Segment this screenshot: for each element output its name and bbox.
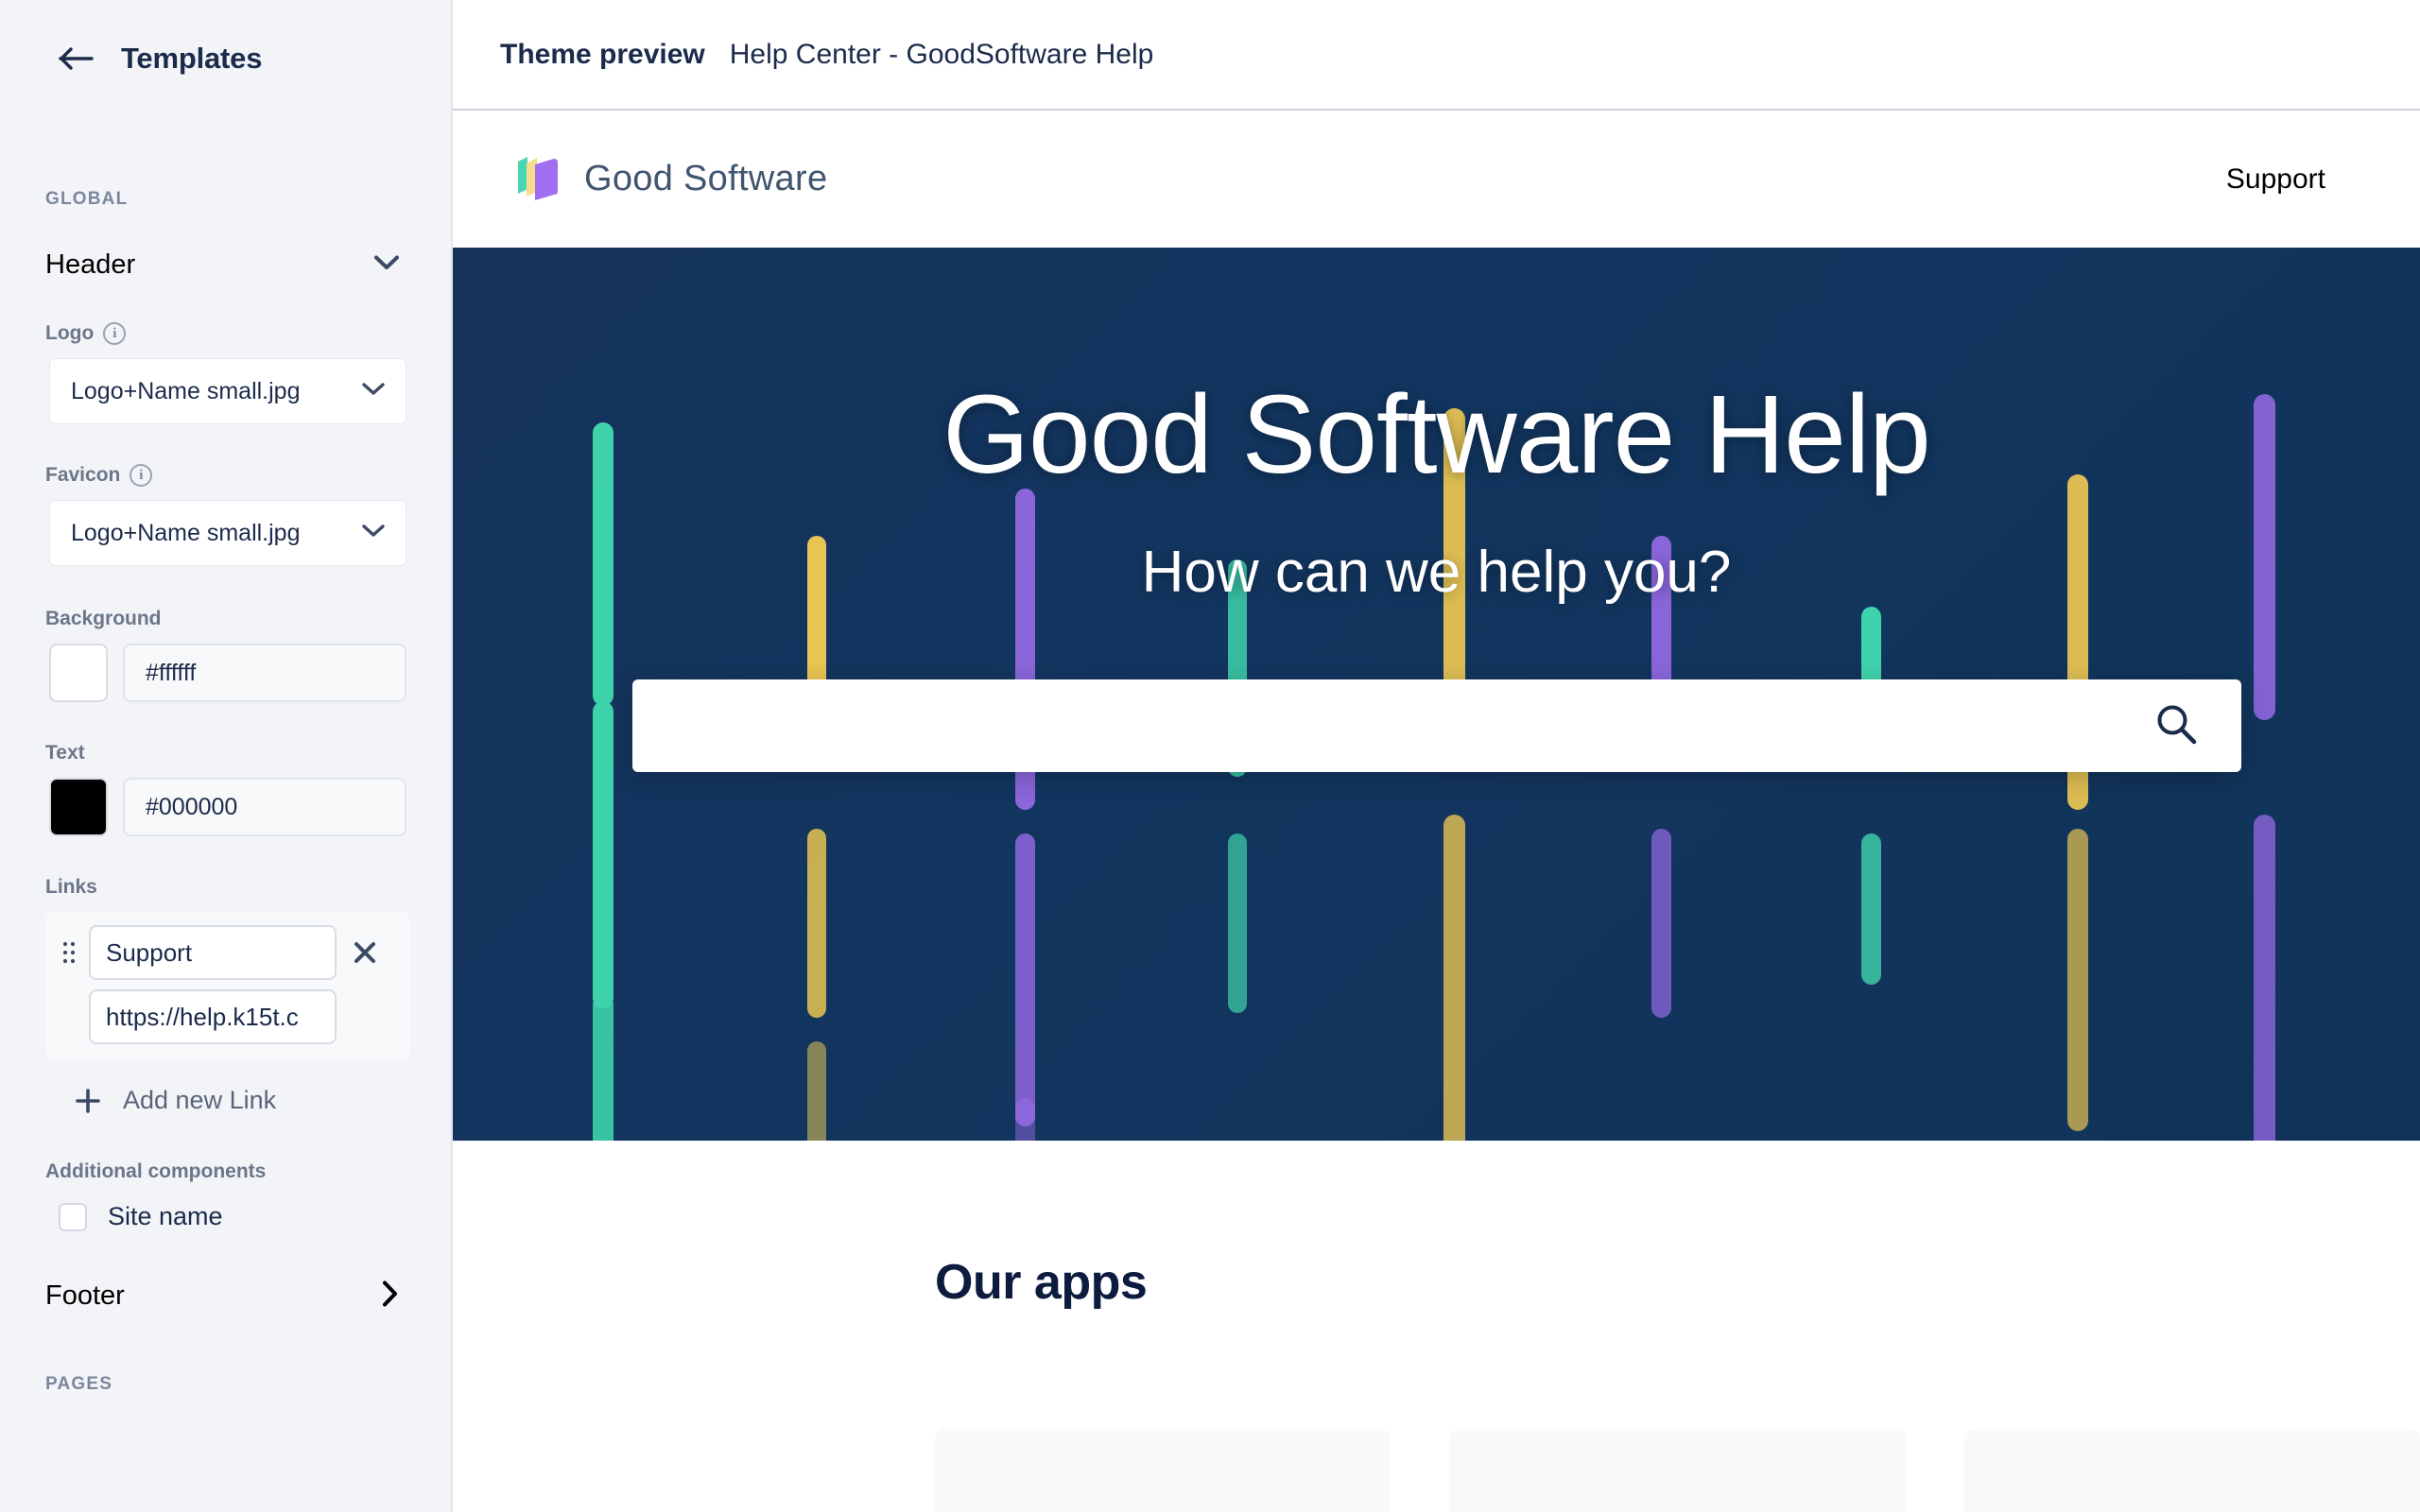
links-field-label: Links [45, 876, 97, 898]
theme-preview-label: Theme preview [500, 38, 705, 70]
site-name-checkbox-row[interactable]: Site name [59, 1202, 451, 1231]
chevron-down-icon [362, 382, 385, 401]
background-color-swatch[interactable] [49, 644, 108, 702]
preview-page-label: Help Center - GoodSoftware Help [729, 38, 1154, 70]
drag-handle-icon[interactable] [59, 937, 79, 968]
app-root: Templates GLOBAL Header Logo i Logo+Name… [0, 0, 2420, 1512]
chevron-down-icon [374, 255, 399, 275]
background-field-label: Background [45, 608, 162, 629]
favicon-select[interactable]: Logo+Name small.jpg [49, 500, 406, 566]
sidebar-group-footer[interactable]: Footer [0, 1280, 451, 1312]
app-card[interactable] [1449, 1429, 1906, 1512]
sidebar-group-header[interactable]: Header [0, 249, 451, 281]
app-card[interactable] [935, 1429, 1392, 1512]
site-nav-support-link[interactable]: Support [2226, 163, 2325, 196]
preview-topbar: Theme preview Help Center - GoodSoftware… [453, 0, 2420, 111]
info-icon[interactable]: i [130, 464, 153, 487]
logo-label-text: Logo [45, 322, 95, 344]
site-header: Good Software Support [453, 111, 2420, 248]
favicon-label-text: Favicon [45, 464, 121, 486]
add-new-link-button[interactable]: Add new Link [74, 1086, 451, 1115]
good-software-logo-icon [505, 147, 563, 211]
back-arrow-icon[interactable] [59, 44, 95, 73]
link-url-input[interactable]: https://help.k15t.c [89, 989, 337, 1044]
link-item-card: Support https://help.k15t.c [45, 912, 410, 1059]
favicon-field-label: Favicon i [0, 464, 451, 487]
additional-components-label: Additional components [45, 1160, 267, 1182]
info-icon[interactable]: i [103, 322, 127, 345]
logo-field-label: Logo i [0, 322, 451, 345]
preview-pane: Theme preview Help Center - GoodSoftware… [453, 0, 2420, 1512]
link-row: Support [45, 925, 410, 980]
text-color-input[interactable]: #000000 [123, 778, 406, 836]
add-new-link-label: Add new Link [123, 1086, 277, 1114]
site-brand-name: Good Software [584, 159, 828, 198]
app-card-list [935, 1429, 2420, 1512]
background-color-row: #ffffff [49, 644, 451, 702]
hero-content: Good Software Help How can we help you? [453, 248, 2420, 1141]
hero-subtitle: How can we help you? [1141, 540, 1732, 605]
favicon-select-value: Logo+Name small.jpg [71, 519, 301, 546]
text-field-label: Text [45, 742, 85, 764]
link-name-input[interactable]: Support [89, 925, 337, 980]
site-name-checkbox[interactable] [59, 1202, 87, 1231]
sidebar-group-header-label: Header [45, 249, 136, 280]
app-card[interactable] [1963, 1429, 2420, 1512]
text-color-swatch[interactable] [49, 778, 108, 836]
search-icon[interactable] [2152, 700, 2200, 752]
site-name-label: Site name [108, 1202, 223, 1230]
templates-sidebar: Templates GLOBAL Header Logo i Logo+Name… [0, 0, 453, 1512]
hero-search-input[interactable] [631, 679, 2241, 772]
text-color-row: #000000 [49, 778, 451, 836]
our-apps-section: Our apps [453, 1141, 2420, 1512]
sidebar-section-global: GLOBAL [45, 189, 129, 209]
sidebar-section-pages: PAGES [45, 1374, 113, 1394]
close-icon[interactable] [346, 934, 384, 971]
page-title: Templates [121, 42, 263, 75]
hero-banner: Good Software Help How can we help you? [453, 248, 2420, 1141]
plus-icon [74, 1087, 102, 1115]
site-brand[interactable]: Good Software [505, 147, 827, 211]
logo-select[interactable]: Logo+Name small.jpg [49, 358, 406, 424]
background-color-input[interactable]: #ffffff [123, 644, 406, 702]
chevron-down-icon [362, 524, 385, 542]
logo-select-value: Logo+Name small.jpg [71, 377, 301, 404]
sidebar-group-footer-label: Footer [45, 1280, 125, 1311]
chevron-right-icon [382, 1280, 399, 1312]
sidebar-header: Templates [0, 0, 451, 76]
hero-title: Good Software Help [942, 372, 1931, 497]
our-apps-title: Our apps [935, 1255, 1148, 1310]
